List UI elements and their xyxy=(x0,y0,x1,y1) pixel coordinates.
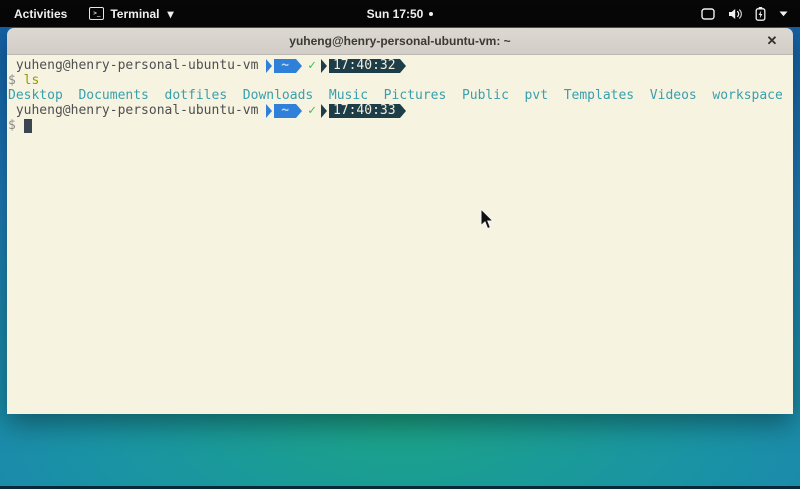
battery-charging-icon[interactable] xyxy=(755,7,766,21)
window-titlebar[interactable]: yuheng@henry-personal-ubuntu-vm: ~ ✕ xyxy=(7,28,793,55)
prompt-cwd: ~ xyxy=(281,103,289,118)
prompt-time-badge: 17:40:33 xyxy=(329,104,400,118)
window-title: yuheng@henry-personal-ubuntu-vm: ~ xyxy=(289,34,510,48)
volume-icon[interactable] xyxy=(728,8,742,20)
prompt-user-host: yuheng@henry-personal-ubuntu-vm xyxy=(8,103,266,118)
powerline-arrow-icon xyxy=(266,104,272,118)
app-menu-terminal[interactable]: >_ Terminal ▾ xyxy=(89,7,173,21)
terminal-screen[interactable]: yuheng@henry-personal-ubuntu-vm ~ ✓ 17:4… xyxy=(7,55,793,414)
prompt-line-1: yuheng@henry-personal-ubuntu-vm ~ ✓ 17:4… xyxy=(8,58,793,73)
prompt-line-2: yuheng@henry-personal-ubuntu-vm ~ ✓ 17:4… xyxy=(8,103,793,118)
prompt-user-host: yuheng@henry-personal-ubuntu-vm xyxy=(8,58,266,73)
activities-button[interactable]: Activities xyxy=(14,7,67,21)
prompt-cwd: ~ xyxy=(281,58,289,73)
prompt-dollar: $ xyxy=(8,118,24,133)
prompt-time-badge: 17:40:32 xyxy=(329,59,400,73)
typed-command: ls xyxy=(24,73,40,88)
tray-chevron-down-icon[interactable] xyxy=(779,11,788,17)
input-line[interactable]: $ xyxy=(8,118,793,133)
clock-button[interactable]: Sun 17:50 xyxy=(367,7,434,21)
powerline-arrow-icon xyxy=(400,59,406,73)
prompt-dollar: $ xyxy=(8,73,24,88)
system-tray xyxy=(701,7,800,21)
powerline-arrow-icon xyxy=(321,104,327,118)
powerline-arrow-icon xyxy=(400,104,406,118)
prompt-time: 17:40:32 xyxy=(333,58,396,73)
prompt-time: 17:40:33 xyxy=(333,103,396,118)
terminal-cursor xyxy=(24,119,32,133)
gnome-top-bar: Activities >_ Terminal ▾ Sun 17:50 xyxy=(0,0,800,27)
terminal-icon: >_ xyxy=(89,7,104,20)
terminal-window: yuheng@henry-personal-ubuntu-vm: ~ ✕ yuh… xyxy=(7,28,793,414)
powerline-arrow-icon xyxy=(266,59,272,73)
prompt-cwd-segment: ~ xyxy=(274,59,296,73)
desktop: Activities >_ Terminal ▾ Sun 17:50 xyxy=(0,0,800,489)
close-icon[interactable]: ✕ xyxy=(761,28,783,54)
ls-output: Desktop Documents dotfiles Downloads Mus… xyxy=(8,88,793,103)
clock-label: Sun 17:50 xyxy=(367,7,424,21)
app-menu-label: Terminal xyxy=(110,7,159,21)
screen-layout-icon[interactable] xyxy=(701,8,715,20)
status-check-icon: ✓ xyxy=(302,103,321,118)
prompt-cwd-segment: ~ xyxy=(274,104,296,118)
powerline-arrow-icon xyxy=(321,59,327,73)
notification-dot xyxy=(429,12,433,16)
chevron-down-icon: ▾ xyxy=(167,7,173,21)
status-check-icon: ✓ xyxy=(302,58,321,73)
command-line: $ ls xyxy=(8,73,793,88)
